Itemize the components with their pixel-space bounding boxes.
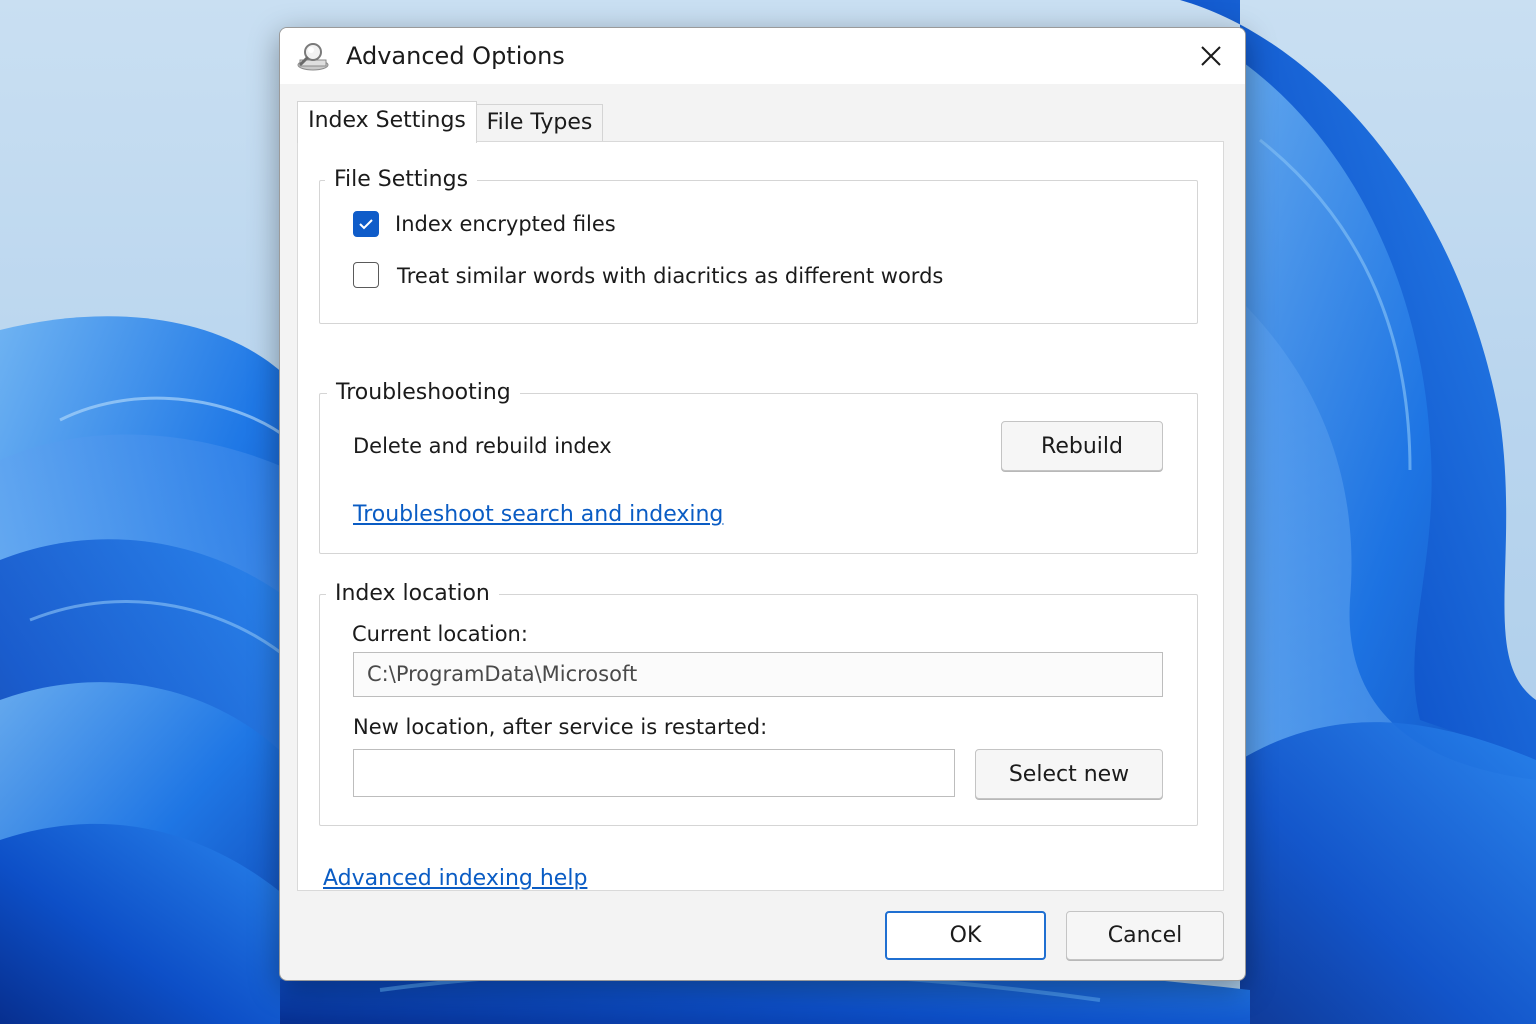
troubleshoot-link[interactable]: Troubleshoot search and indexing [353,500,723,530]
index-encrypted-checkbox[interactable] [353,211,379,237]
diacritics-checkbox[interactable] [353,262,379,288]
advanced-indexing-help-link[interactable]: Advanced indexing help [323,864,587,894]
tab-file-types[interactable]: File Types [477,104,603,142]
index-encrypted-label[interactable]: Index encrypted files [395,209,616,239]
cancel-button[interactable]: Cancel [1066,911,1224,960]
new-location-label: New location, after service is restarted… [353,715,768,739]
file-settings-title: File Settings [325,165,478,195]
current-location-label: Current location: [352,622,528,646]
current-location-field: C:\ProgramData\Microsoft [353,652,1163,697]
troubleshooting-title: Troubleshooting [327,378,520,408]
index-location-title: Index location [326,579,499,609]
ok-button[interactable]: OK [885,911,1046,960]
title-bar[interactable]: Advanced Options [280,28,1245,84]
indexing-options-icon [297,43,329,71]
close-button[interactable] [1177,28,1245,84]
checkmark-icon [359,219,373,230]
new-location-field[interactable] [353,749,955,797]
rebuild-button[interactable]: Rebuild [1001,421,1163,471]
close-icon [1201,46,1221,66]
desktop: Advanced Options Index Settings File Typ… [0,0,1536,1024]
index-settings-panel: File Settings Index encrypted files Trea… [297,141,1224,891]
advanced-options-dialog: Advanced Options Index Settings File Typ… [279,27,1246,981]
rebuild-label: Delete and rebuild index [353,434,612,458]
window-title: Advanced Options [346,42,565,70]
select-new-button[interactable]: Select new [975,749,1163,799]
file-settings-group [319,180,1198,324]
diacritics-label[interactable]: Treat similar words with diacritics as d… [397,261,943,291]
tab-index-settings[interactable]: Index Settings [297,101,477,143]
